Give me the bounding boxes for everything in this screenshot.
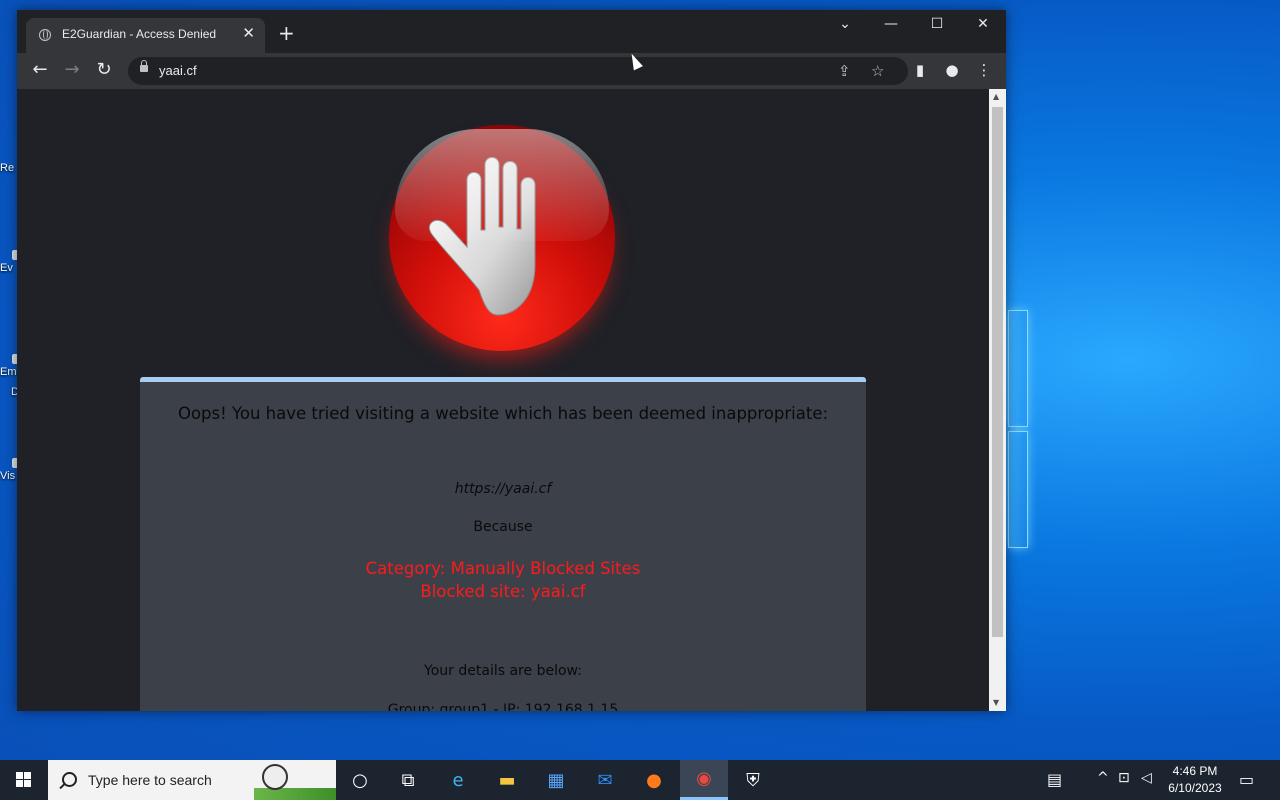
blocked-url: https://yaai.cf [454, 481, 552, 497]
side-panel-icon[interactable]: ▮ [910, 61, 930, 79]
cortana-icon[interactable]: ○ [336, 760, 384, 800]
search-icon [62, 772, 77, 787]
store-icon[interactable]: ▦ [532, 760, 580, 800]
soccer-ball-icon [262, 764, 288, 790]
clock-date: 6/10/2023 [1168, 781, 1222, 795]
browser-toolbar: ← → ↻ yaai.cf ⇪ ☆ ▮ ● ⋮ [17, 53, 1006, 89]
taskbar-search-box[interactable]: Type here to search [48, 760, 336, 800]
chrome-menu-icon[interactable]: ⋮ [974, 61, 994, 79]
tray-chevron-icon[interactable]: ^ [1097, 770, 1109, 786]
tab-close-icon[interactable]: ✕ [242, 24, 255, 42]
globe-icon [39, 29, 51, 41]
close-window-button[interactable]: ✕ [971, 16, 995, 32]
scroll-up-icon[interactable]: ▲ [993, 92, 999, 101]
lock-icon[interactable] [140, 60, 148, 72]
reload-button[interactable]: ↻ [93, 60, 115, 80]
tab-access-denied[interactable]: E2Guardian - Access Denied ✕ [26, 18, 265, 53]
mail-icon[interactable]: ✉ [581, 760, 629, 800]
start-button[interactable] [0, 760, 48, 800]
share-icon[interactable]: ⇪ [838, 62, 851, 80]
profile-icon[interactable]: ● [942, 61, 962, 79]
search-highlight-art [254, 788, 336, 800]
task-view-icon[interactable]: ⧉ [384, 760, 432, 800]
desktop-icon[interactable]: Re [0, 162, 14, 174]
edge-icon[interactable]: e [434, 760, 482, 800]
user-details: Group: group1 - IP: 192.168.1.15 [387, 702, 619, 711]
firefox-icon[interactable]: ● [630, 760, 678, 800]
minimize-button[interactable]: — [879, 16, 903, 32]
new-tab-button[interactable]: + [278, 23, 295, 43]
windows-logo-wallpaper [1008, 310, 1028, 548]
address-bar[interactable]: yaai.cf ⇪ ☆ [128, 57, 908, 85]
clock[interactable]: 4:46 PM 6/10/2023 [1156, 763, 1234, 797]
windows-icon [16, 772, 23, 779]
network-icon[interactable]: ⊡ [1118, 770, 1130, 786]
block-category: Category: Manually Blocked Sites [365, 559, 641, 578]
tab-search-icon[interactable]: ⌄ [833, 16, 857, 32]
maximize-button[interactable]: ☐ [925, 16, 949, 32]
desktop-icon-label: Re [0, 162, 15, 174]
forward-button[interactable]: → [61, 60, 83, 80]
search-placeholder: Type here to search [88, 772, 212, 788]
desktop-icon-label: Em [0, 366, 17, 378]
stop-sign-shine [395, 129, 609, 241]
clock-time: 4:46 PM [1172, 764, 1218, 778]
taskbar: Type here to search ○ ⧉ e ▬ ▦ ✉ ● ◉ ⛨ ▤ … [0, 760, 1280, 800]
blocked-message-panel: Oops! You have tried visiting a website … [140, 377, 866, 711]
notifications-icon[interactable]: ▭ [1239, 770, 1254, 789]
desktop-icon-label: Ev [0, 262, 13, 274]
title-bar: E2Guardian - Access Denied ✕ + ⌄ — ☐ ✕ [17, 10, 1006, 53]
page-viewport: Oops! You have tried visiting a website … [17, 89, 989, 711]
volume-muted-icon[interactable]: ◁ [1141, 770, 1152, 786]
desktop-icon-label: Vis [0, 470, 16, 482]
stop-hand-icon [389, 125, 615, 351]
chrome-icon[interactable]: ◉ [680, 760, 728, 800]
because-label: Because [473, 519, 533, 535]
bookmark-star-icon[interactable]: ☆ [871, 62, 884, 80]
block-site: Blocked site: yaai.cf [420, 582, 586, 601]
page-scrollbar[interactable]: ▲ ▼ [989, 89, 1006, 711]
tab-title: E2Guardian - Access Denied [62, 27, 217, 41]
details-title: Your details are below: [424, 663, 582, 679]
scrollbar-thumb[interactable] [992, 107, 1003, 637]
address-url[interactable]: yaai.cf [159, 63, 197, 78]
browser-window: E2Guardian - Access Denied ✕ + ⌄ — ☐ ✕ ←… [17, 10, 1006, 711]
blocked-headline: Oops! You have tried visiting a website … [177, 404, 829, 423]
security-icon[interactable]: ⛨ [729, 760, 777, 800]
scroll-down-icon[interactable]: ▼ [993, 698, 999, 707]
news-icon[interactable]: ▤ [1047, 770, 1062, 789]
file-explorer-icon[interactable]: ▬ [483, 760, 531, 800]
back-button[interactable]: ← [29, 60, 51, 80]
